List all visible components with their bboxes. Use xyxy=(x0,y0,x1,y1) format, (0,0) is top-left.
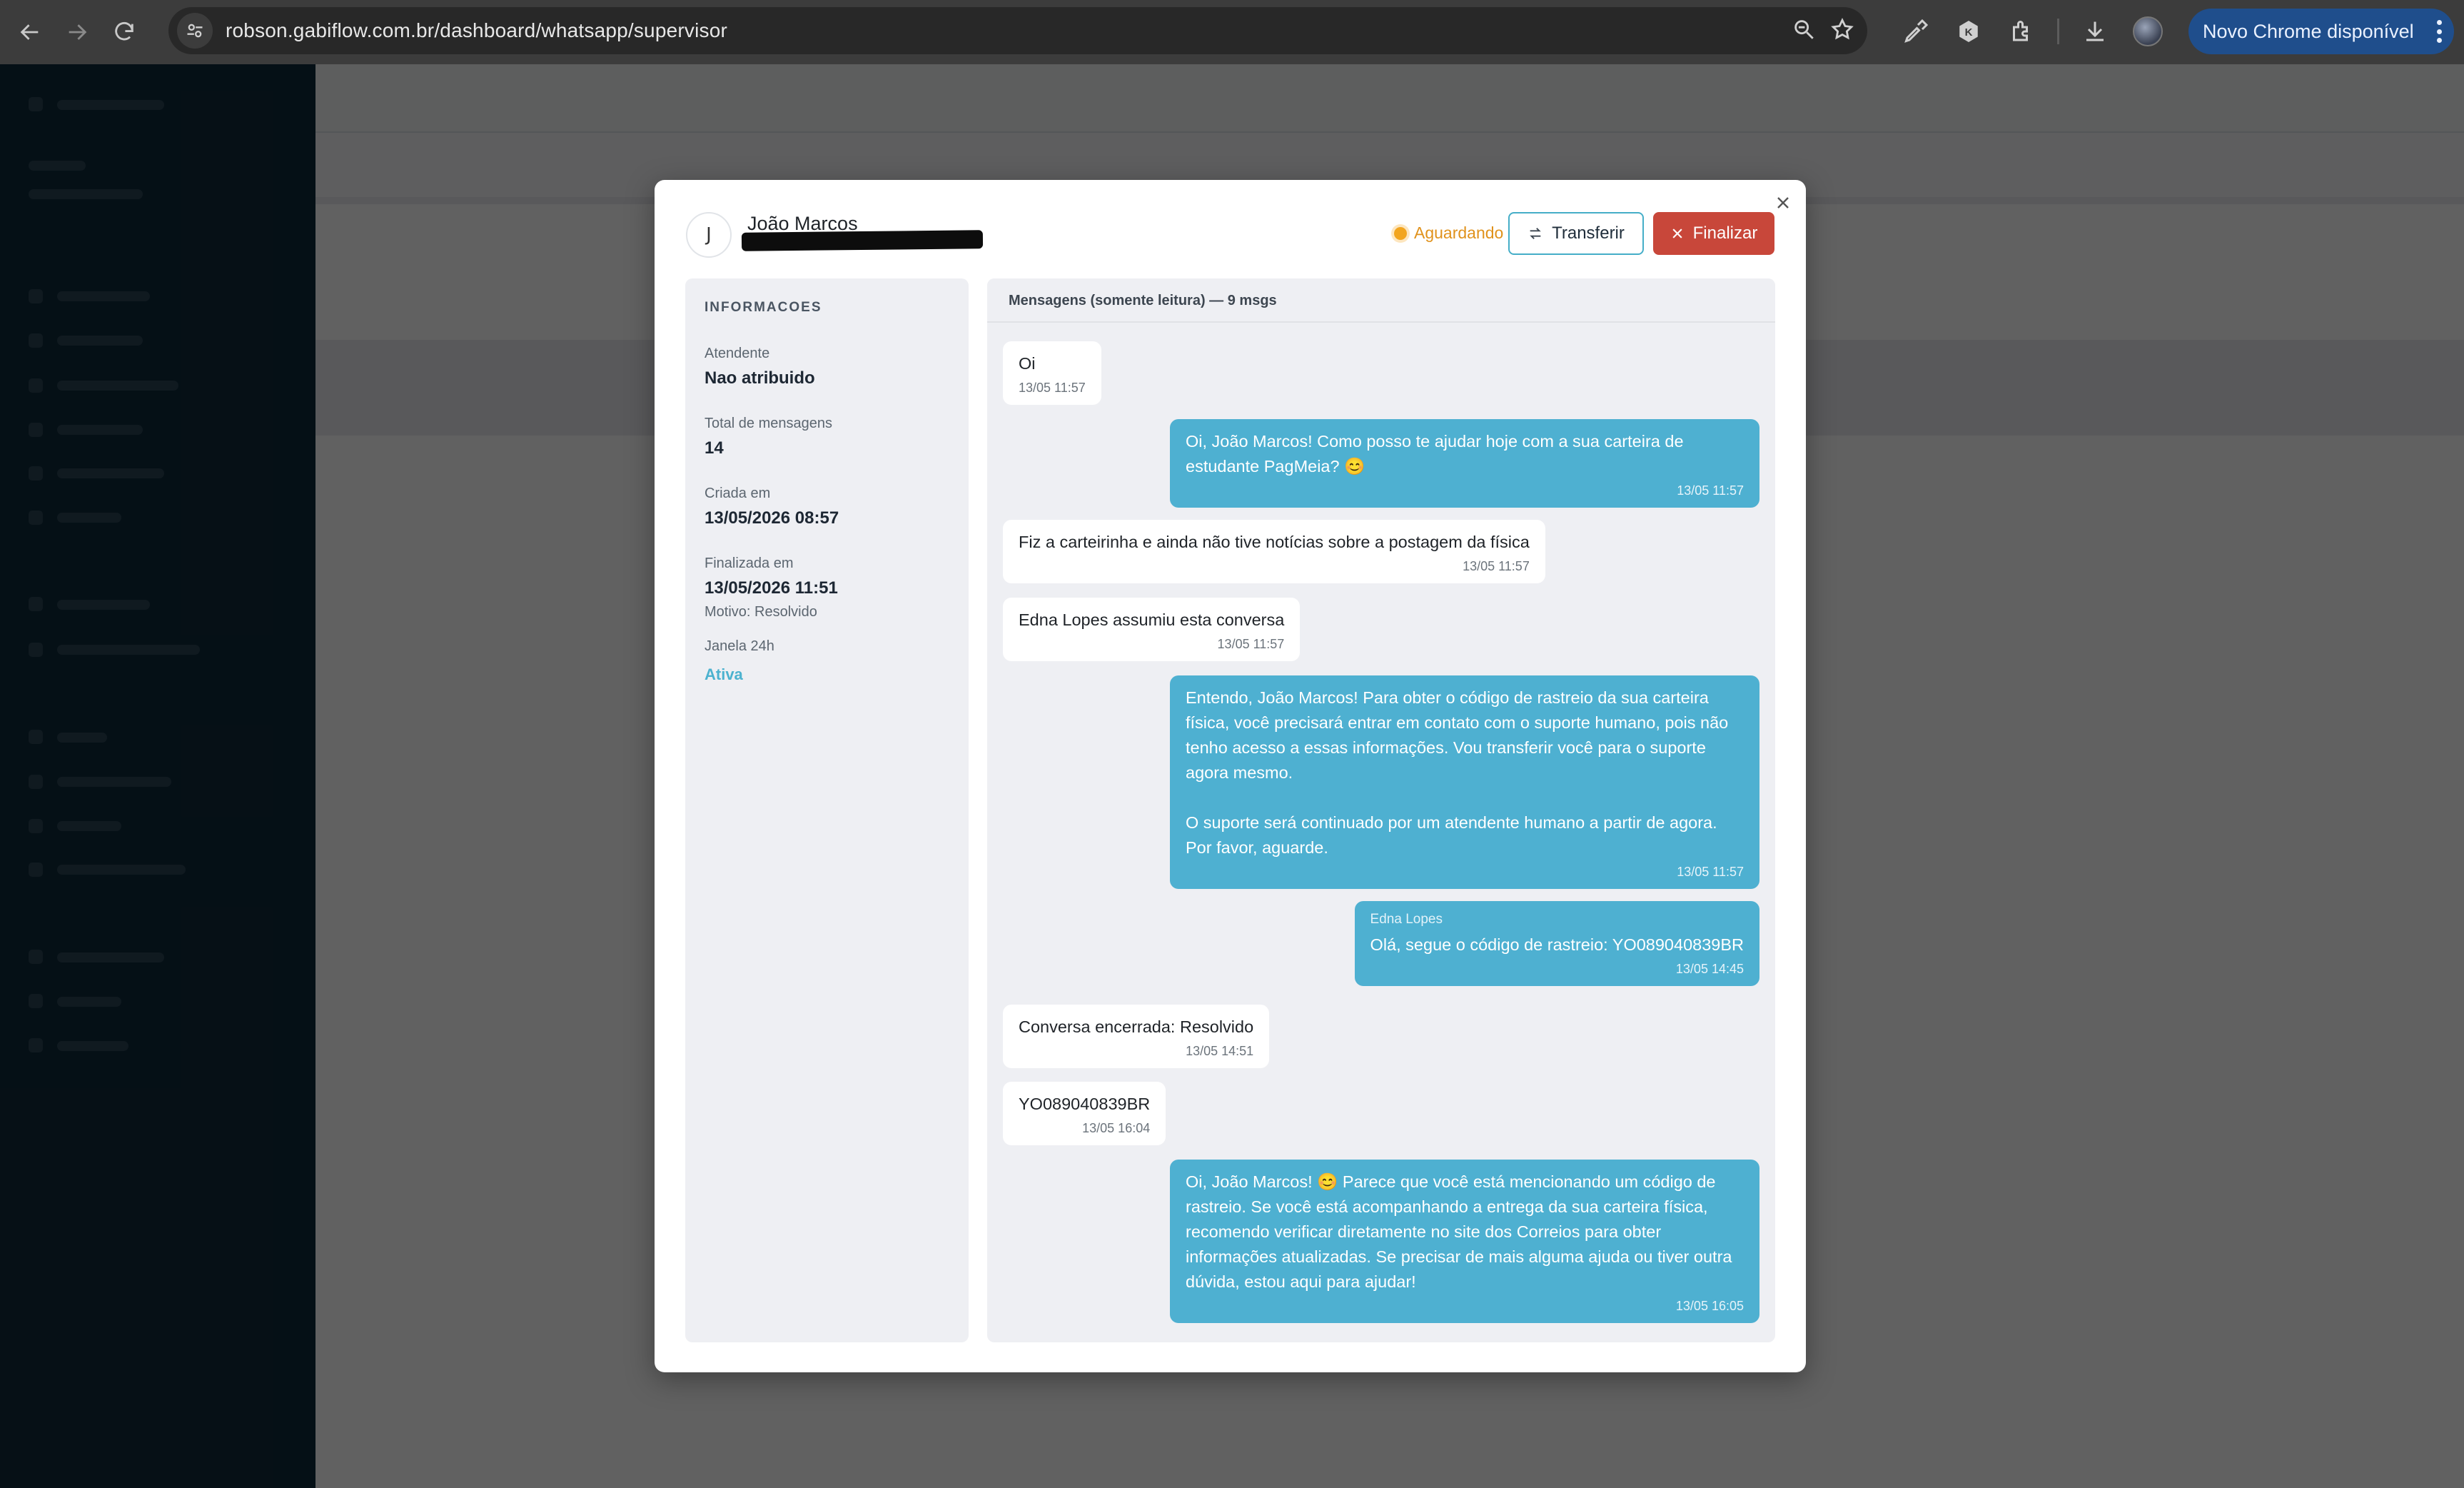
message-text: Edna Lopes assumiu esta conversa xyxy=(1019,610,1285,629)
site-settings-icon[interactable] xyxy=(177,13,213,49)
atendente-label: Atendente xyxy=(705,346,770,361)
message-sender: Edna Lopes xyxy=(1370,912,1443,927)
message-bubble-agent: Edna Lopes Olá, segue o código de rastre… xyxy=(1354,901,1759,986)
message-text: Oi, João Marcos! 😊 Parece que você está … xyxy=(1186,1172,1732,1291)
info-panel: INFORMACOES Atendente Nao atribuido Tota… xyxy=(685,278,969,1342)
message-text: Conversa encerrada: Resolvido xyxy=(1019,1017,1254,1036)
swap-arrows-icon xyxy=(1530,228,1541,239)
finalize-button[interactable]: Finalizar xyxy=(1653,212,1774,255)
url-text[interactable]: robson.gabiflow.com.br/dashboard/whatsap… xyxy=(226,19,727,42)
transfer-label: Transferir xyxy=(1552,223,1625,243)
total-messages-value: 14 xyxy=(705,438,724,458)
message-time: 13/05 14:45 xyxy=(1675,962,1744,976)
messages-header: Mensagens (somente leitura) — 9 msgs xyxy=(987,278,1775,323)
message-bubble-system: Edna Lopes assumiu esta conversa 13/05 1… xyxy=(1003,598,1301,661)
messages-panel[interactable]: Mensagens (somente leitura) — 9 msgs Oi … xyxy=(987,278,1775,1342)
redacted-phone xyxy=(741,230,984,251)
message-text: Oi xyxy=(1019,354,1036,373)
extensions-puzzle-icon[interactable] xyxy=(2004,14,2039,49)
message-text: Olá, segue o código de rastreio: YO08904… xyxy=(1370,935,1744,954)
x-icon xyxy=(1672,228,1682,238)
window-24h-label: Janela 24h xyxy=(705,638,774,654)
message-time: 13/05 14:51 xyxy=(1186,1044,1254,1058)
message-text: Oi, João Marcos! Como posso te ajudar ho… xyxy=(1186,432,1684,476)
message-time: 13/05 11:57 xyxy=(1019,381,1086,395)
menu-dots-icon[interactable] xyxy=(2435,20,2443,43)
status-dot-icon xyxy=(1394,226,1407,240)
message-time: 13/05 16:04 xyxy=(1082,1121,1151,1135)
contact-avatar: J xyxy=(686,212,732,258)
message-time: 13/05 11:57 xyxy=(1463,559,1530,573)
browser-toolbar: robson.gabiflow.com.br/dashboard/whatsap… xyxy=(0,0,2464,64)
back-icon[interactable] xyxy=(9,11,51,54)
forward-icon[interactable] xyxy=(56,11,99,54)
message-bubble-incoming: Fiz a carteirinha e ainda não tive notíc… xyxy=(1003,520,1545,583)
message-text: YO089040839BR xyxy=(1019,1095,1151,1113)
reload-icon[interactable] xyxy=(103,11,146,54)
eyedropper-icon[interactable] xyxy=(1899,14,1933,49)
message-time: 13/05 11:57 xyxy=(1677,865,1744,879)
finished-label: Finalizada em xyxy=(705,556,794,571)
message-time: 13/05 11:57 xyxy=(1677,483,1744,498)
message-time: 13/05 16:05 xyxy=(1675,1299,1744,1313)
message-text: Fiz a carteirinha e ainda não tive notíc… xyxy=(1019,533,1530,551)
close-icon[interactable] xyxy=(1769,188,1797,217)
zoom-icon[interactable] xyxy=(1792,17,1816,44)
message-text: Entendo, João Marcos! Para obter o códig… xyxy=(1186,688,1729,857)
finalize-label: Finalizar xyxy=(1692,223,1758,243)
message-bubble-system: Conversa encerrada: Resolvido 13/05 14:5… xyxy=(1003,1005,1270,1068)
conversation-modal: J João Marcos Aguardando Transferir Fina… xyxy=(655,180,1806,1372)
chrome-update-label: Novo Chrome disponível xyxy=(2203,20,2414,42)
created-label: Criada em xyxy=(705,486,771,501)
svg-text:K: K xyxy=(1965,26,1973,39)
extension-k-icon[interactable]: K xyxy=(1951,14,1986,49)
address-bar[interactable]: robson.gabiflow.com.br/dashboard/whatsap… xyxy=(168,7,1867,54)
window-24h-status: Ativa xyxy=(705,665,743,683)
info-title: INFORMACOES xyxy=(705,300,822,315)
transfer-button[interactable]: Transferir xyxy=(1508,212,1644,255)
reason-text: Motivo: Resolvido xyxy=(705,604,817,620)
bookmark-star-icon[interactable] xyxy=(1830,17,1854,44)
message-bubble-incoming: Oi 13/05 11:57 xyxy=(1003,341,1101,405)
message-bubble-outgoing: Oi, João Marcos! Como posso te ajudar ho… xyxy=(1170,419,1759,508)
profile-avatar[interactable] xyxy=(2131,14,2165,49)
status-badge: Aguardando xyxy=(1394,223,1503,243)
message-bubble-outgoing: Entendo, João Marcos! Para obter o códig… xyxy=(1170,675,1759,889)
message-time: 13/05 11:57 xyxy=(1217,637,1285,651)
finished-value: 13/05/2026 11:51 xyxy=(705,578,838,598)
message-bubble-incoming: YO089040839BR 13/05 16:04 xyxy=(1003,1082,1166,1145)
message-bubble-outgoing: Oi, João Marcos! 😊 Parece que você está … xyxy=(1170,1160,1759,1323)
total-messages-label: Total de mensagens xyxy=(705,416,833,431)
download-icon[interactable] xyxy=(2078,14,2112,49)
toolbar-separator xyxy=(2057,19,2059,44)
atendente-value: Nao atribuido xyxy=(705,368,815,388)
status-label: Aguardando xyxy=(1414,223,1504,242)
created-value: 13/05/2026 08:57 xyxy=(705,508,839,528)
chrome-update-button[interactable]: Novo Chrome disponível xyxy=(2188,9,2454,54)
